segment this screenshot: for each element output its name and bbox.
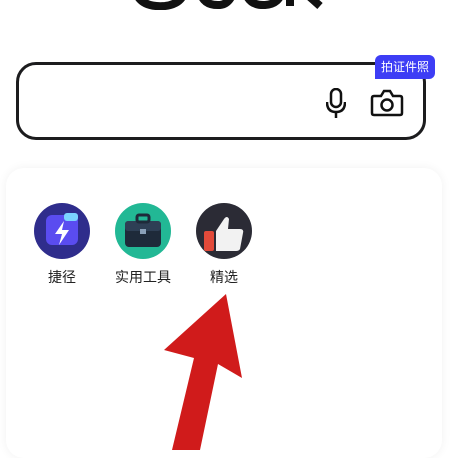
camera-icon[interactable]: [370, 88, 404, 118]
tool-featured[interactable]: 精选: [189, 203, 259, 287]
red-arrow-pointer: [150, 292, 260, 456]
microphone-icon[interactable]: [325, 87, 347, 120]
search-input[interactable]: [16, 62, 426, 140]
tool-label: 实用工具: [115, 270, 171, 286]
tool-label: 捷径: [48, 270, 76, 286]
tool-utilities[interactable]: 实用工具: [108, 203, 178, 287]
app-logo: [130, 0, 330, 10]
shortcut-lightning-icon: [34, 203, 90, 259]
toolbox-icon: [115, 203, 171, 259]
tool-shortcut[interactable]: 捷径: [27, 203, 97, 287]
id-photo-badge[interactable]: 拍证件照: [375, 55, 436, 79]
thumbs-up-icon: [196, 203, 252, 259]
tool-label: 精选: [210, 270, 238, 286]
